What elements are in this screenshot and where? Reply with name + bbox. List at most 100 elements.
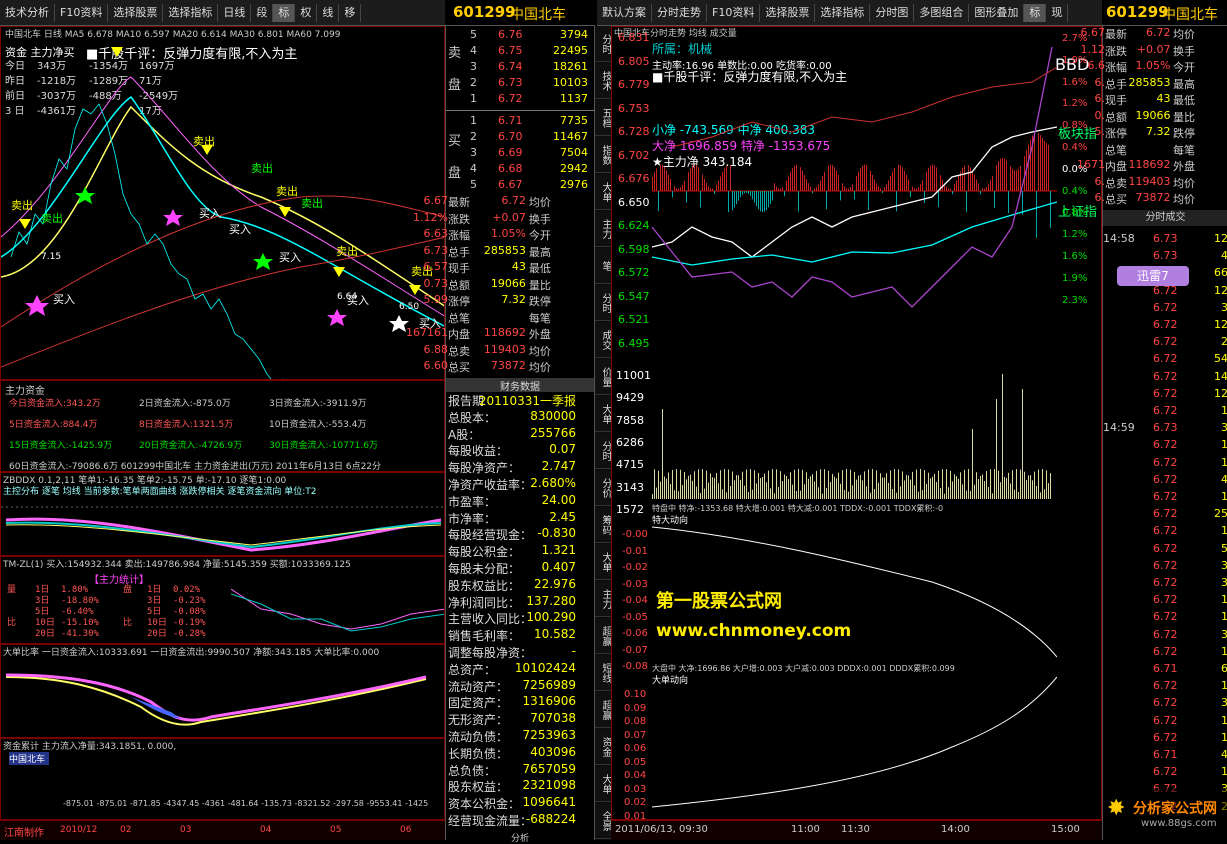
volume-bar [970, 490, 971, 499]
flow-bar [824, 171, 825, 191]
vertical-tab[interactable]: 成交 [595, 322, 611, 358]
volume-bar [954, 474, 955, 499]
vertical-tab[interactable]: 价量 [595, 359, 611, 395]
stat-cell: 内盘 [1105, 160, 1127, 173]
rtoolbar-btn-now[interactable]: 现 [1046, 3, 1069, 22]
tick-volume: 3 [1221, 627, 1227, 641]
volume-bar [1024, 471, 1025, 499]
vertical-tab[interactable]: 大单 [595, 174, 611, 210]
stat-cell: 6. [1094, 75, 1106, 89]
vertical-tab[interactable]: 超赢 [595, 692, 611, 728]
order-price: 6.73 [498, 76, 523, 89]
order-volume: 7735 [560, 114, 588, 127]
toolbar-btn-line[interactable]: 线 [317, 3, 340, 22]
toolbar-btn-right[interactable]: 权 [295, 3, 318, 22]
stat-cell: 6.6 [1087, 59, 1106, 72]
vertical-tab[interactable]: 笔 [595, 248, 611, 284]
tick-volume: 1 [1221, 438, 1227, 452]
vertical-tab[interactable]: 大单 [595, 766, 611, 802]
vertical-tab[interactable]: 全景 [595, 803, 611, 839]
toolbar-btn-move[interactable]: 移 [339, 3, 362, 22]
flow-bar [1006, 160, 1007, 191]
bottom-date: 05 [330, 825, 342, 835]
toolbar-btn-daily[interactable]: 日线 [218, 3, 252, 22]
fin-title[interactable]: 财务数据 [446, 378, 594, 393]
vertical-tab[interactable]: 大单 [595, 544, 611, 580]
rtoolbar-btn-intraday[interactable]: 分时走势 [652, 3, 707, 22]
flow-bar [664, 167, 665, 191]
vertical-tab[interactable]: 主力 [595, 211, 611, 247]
vertical-tab[interactable]: 五档 [595, 100, 611, 136]
flow-bar [774, 183, 775, 191]
rtoolbar-btn-select-indicator[interactable]: 选择指标 [815, 3, 871, 22]
rtoolbar-btn-chart[interactable]: 分时图 [870, 3, 915, 22]
toolbar-btn-tech[interactable]: 技术分析 [0, 3, 55, 22]
fin-value: 2321098 [522, 778, 576, 793]
rtoolbar-btn-overlay[interactable]: 图形叠加 [969, 3, 1025, 22]
vertical-tab[interactable]: 分时 [595, 285, 611, 321]
time-label: 11:30 [841, 824, 870, 835]
vertical-tab[interactable]: 资金 [595, 729, 611, 765]
volume-bar [924, 470, 925, 499]
rtoolbar-btn-scheme[interactable]: 默认方案 [597, 3, 652, 22]
fin-value: 830000 [530, 408, 576, 423]
stat-cell: 119403 [1128, 174, 1171, 188]
tick-volume: 5 [1221, 541, 1227, 555]
toolbar-btn-period[interactable]: 段 [251, 3, 274, 22]
tick-price: 6.72 [1153, 335, 1178, 349]
fin-row: 固定资产： 1316906 [446, 694, 594, 710]
volume-bar [1034, 471, 1035, 499]
volume-bar [794, 469, 795, 499]
quote-panel: 卖盘 买盘 5 6.76 3794 4 6.75 22495 3 6.74 18261 2 6.73… [406, 26, 596, 844]
volume-bar [720, 470, 721, 499]
volume-bar [886, 473, 887, 499]
flow-bar [914, 188, 915, 191]
vertical-tab[interactable]: 指数 [595, 137, 611, 173]
fin-row: 资本公积金： 1096641 [446, 795, 594, 811]
flow-bar [794, 165, 795, 191]
xunlei-badge[interactable]: 迅雷7 [1117, 266, 1189, 286]
vertical-tab[interactable]: 主力 [595, 581, 611, 617]
volume-bar [780, 471, 781, 499]
volume-bar [826, 487, 827, 499]
vertical-tab[interactable]: 短线 [595, 655, 611, 691]
order-price: 6.68 [498, 162, 523, 175]
toolbar-btn-f10[interactable]: F10资料 [55, 3, 109, 22]
bottom-date: 2010/12 [60, 825, 98, 835]
vertical-tab[interactable]: 技术 [595, 63, 611, 99]
toolbar-btn-select-indicator[interactable]: 选择指标 [163, 3, 219, 22]
flow-bar [986, 186, 987, 191]
volume-bar [988, 486, 989, 499]
stat-cell: 1671 [1077, 158, 1105, 171]
fin-row: 每股净资产： 2.747 [446, 459, 594, 475]
big-ratio-panel: 大单比率 一日资金流入:10333.691 一日资金流出:9990.507 净额… [0, 644, 445, 738]
stat-row: 涨幅 1.05% 今开 6.6 [1088, 59, 1227, 76]
rtoolbar-btn-f10[interactable]: F10资料 [707, 3, 761, 22]
stat-row: 涨停 7.32 跌停 5. [1095, 125, 1227, 142]
stat-cell: 1.05% [490, 227, 526, 240]
bottom-date: 06 [400, 825, 412, 835]
volume-bar [832, 473, 833, 499]
rtoolbar-btn-mark[interactable]: 标 [1024, 3, 1047, 22]
vertical-tab[interactable]: 分价 [595, 470, 611, 506]
fin-value: 0.07 [549, 442, 576, 457]
volume-bar [838, 472, 839, 499]
stat-row: 总笔 每笔 [446, 310, 594, 327]
vertical-tab[interactable]: 大单 [595, 396, 611, 432]
flow-bar [822, 176, 823, 191]
toolbar-btn-mark[interactable]: 标 [273, 3, 296, 22]
rtoolbar-btn-multi[interactable]: 多图组合 [914, 3, 970, 22]
toolbar-btn-select-stock[interactable]: 选择股票 [108, 3, 164, 22]
vertical-tab[interactable]: 分时 [595, 433, 611, 469]
fin-row: A股： 255766 [446, 426, 594, 442]
flow-bar [772, 191, 773, 201]
order-book-row: 4 6.75 22495 [466, 44, 594, 61]
volume-bar [804, 484, 805, 499]
order-price: 6.70 [498, 130, 523, 143]
vertical-tab[interactable]: 超赢 [595, 618, 611, 654]
vertical-tab[interactable]: 分时 [595, 26, 611, 62]
tedan-tick: -0.07 [622, 644, 648, 656]
vertical-tab[interactable]: 筹码 [595, 507, 611, 543]
flow-bar [958, 175, 959, 191]
rtoolbar-btn-select-stock[interactable]: 选择股票 [760, 3, 816, 22]
